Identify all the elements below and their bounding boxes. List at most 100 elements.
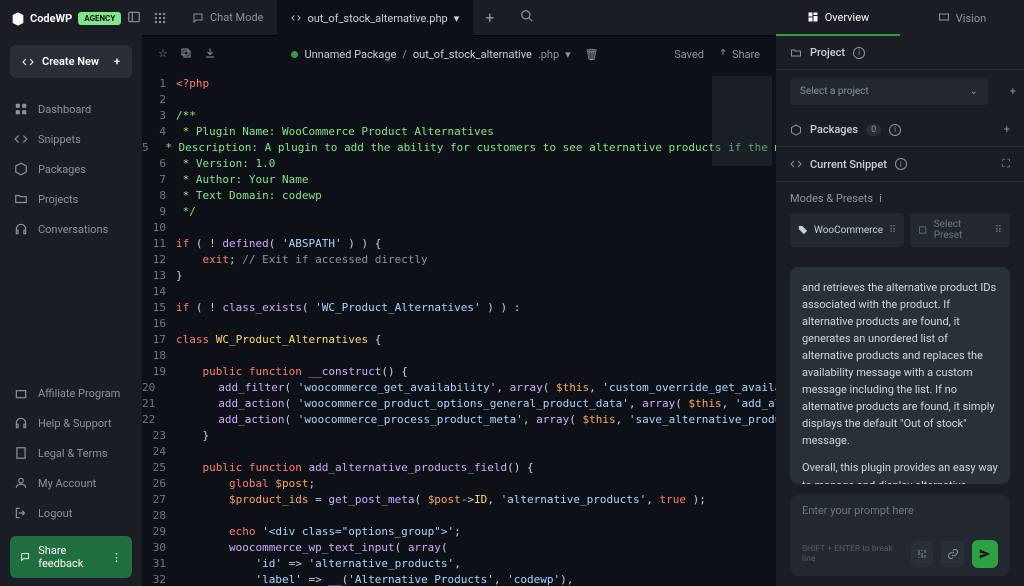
code-line[interactable]: 25 public function add_alternative_produ… [142, 460, 776, 476]
sidebar-item-label: My Account [38, 477, 96, 490]
code-line[interactable]: 3/** [142, 108, 776, 124]
code-line[interactable]: 31 'id' => 'alternative_products', [142, 556, 776, 572]
sidebar-item-snippets[interactable]: Snippets [0, 124, 142, 154]
sidebar-item-legal[interactable]: Legal & Terms [0, 438, 142, 468]
code-line[interactable]: 19 public function __construct() { [142, 364, 776, 380]
minimap[interactable] [712, 76, 772, 166]
sidebar-item-affiliate[interactable]: Affiliate Program [0, 378, 142, 408]
sidebar-item-packages[interactable]: Packages [0, 154, 142, 184]
apps-button[interactable] [142, 11, 178, 25]
code-line[interactable]: 1<?php [142, 76, 776, 92]
code-line[interactable]: 21 add_action( 'woocommerce_product_opti… [142, 396, 776, 412]
info-icon[interactable]: i [895, 158, 907, 170]
tab-overview[interactable]: Overview [776, 0, 900, 36]
status-dot-icon [291, 51, 298, 58]
chat-mode-label: Chat Mode [210, 11, 263, 24]
breadcrumb: Unnamed Package / out_of_stock_alternati… [291, 48, 598, 61]
code-line[interactable]: 2 [142, 92, 776, 108]
code-line[interactable]: 10 [142, 220, 776, 236]
sidebar-item-help[interactable]: Help & Support [0, 408, 142, 438]
package-name[interactable]: Unnamed Package [304, 48, 396, 61]
code-line[interactable]: 16 [142, 316, 776, 332]
filename: out_of_stock_alternative [413, 48, 532, 61]
code-line[interactable]: 20 add_filter( 'woocommerce_get_availabi… [142, 380, 776, 396]
code-line[interactable]: 14 [142, 284, 776, 300]
sidebar-item-logout[interactable]: Logout [0, 498, 142, 528]
code-editor[interactable]: 1<?php23/**4 * Plugin Name: WooCommerce … [142, 72, 776, 586]
code-line[interactable]: 18 [142, 348, 776, 364]
section-title: Project [810, 46, 845, 59]
sidebar-item-label: Snippets [38, 133, 81, 146]
code-line[interactable]: 24 [142, 444, 776, 460]
code-line[interactable]: 5 * Description: A plugin to add the abi… [142, 140, 776, 156]
file-tab[interactable]: out_of_stock_alternative.php ▾ [277, 0, 473, 36]
topbar: Chat Mode out_of_stock_alternative.php ▾… [142, 0, 776, 36]
code-line[interactable]: 27 $product_ids = get_post_meta( $post->… [142, 492, 776, 508]
sidebar-item-account[interactable]: My Account [0, 468, 142, 498]
chat-mode-button[interactable]: Chat Mode [178, 11, 277, 24]
user-icon [14, 476, 28, 490]
code-line[interactable]: 26 global $post; [142, 476, 776, 492]
code-line[interactable]: 13} [142, 268, 776, 284]
sidebar-bottom: Affiliate Program Help & Support Legal &… [0, 378, 142, 586]
sidebar-item-label: Packages [38, 163, 86, 176]
code-line[interactable]: 23 } [142, 428, 776, 444]
code-line[interactable]: 8 * Text Domain: codewp [142, 188, 776, 204]
info-icon[interactable]: i [879, 192, 882, 205]
add-tab-button[interactable]: + [473, 8, 506, 27]
code-line[interactable]: 9 */ [142, 204, 776, 220]
copy-icon[interactable] [180, 47, 192, 62]
search-button[interactable] [520, 8, 534, 27]
link-button[interactable] [941, 541, 964, 567]
info-icon[interactable]: i [853, 47, 865, 59]
settings-button[interactable] [911, 541, 934, 567]
send-button[interactable] [972, 540, 998, 568]
link-icon [947, 548, 959, 560]
logo[interactable]: CodeWP [10, 11, 72, 27]
code-line[interactable]: 15if ( ! class_exists( 'WC_Product_Alter… [142, 300, 776, 316]
tab-label: Vision [956, 12, 986, 25]
code-line[interactable]: 30 woocommerce_wp_text_input( array( [142, 540, 776, 556]
prompt-input[interactable]: Enter your prompt here [802, 504, 998, 528]
code-line[interactable]: 22 add_action( 'woocommerce_process_prod… [142, 412, 776, 428]
sidebar-item-projects[interactable]: Projects [0, 184, 142, 214]
code-line[interactable]: 4 * Plugin Name: WooCommerce Product Alt… [142, 124, 776, 140]
download-icon[interactable] [204, 47, 216, 62]
share-feedback-label: Share feedback [38, 544, 103, 570]
code-icon [14, 132, 28, 146]
code-line[interactable]: 7 * Author: Your Name [142, 172, 776, 188]
tag-icon [798, 225, 808, 235]
main: Chat Mode out_of_stock_alternative.php ▾… [142, 0, 776, 586]
assistant-message: and retrieves the alternative product ID… [790, 267, 1010, 484]
document-icon [14, 446, 28, 460]
code-line[interactable]: 17class WC_Product_Alternatives { [142, 332, 776, 348]
share-button[interactable]: Share [718, 48, 760, 61]
star-icon[interactable]: ☆ [158, 47, 168, 62]
chevron-down-icon[interactable]: ▾ [565, 48, 571, 61]
select-preset[interactable]: Select Preset ⠿ [910, 213, 1010, 247]
add-package-button[interactable]: + [1004, 123, 1010, 136]
code-line[interactable]: 12 exit; // Exit if accessed directly [142, 252, 776, 268]
code-line[interactable]: 11if ( ! defined( 'ABSPATH' ) ) { [142, 236, 776, 252]
sidebar-item-dashboard[interactable]: Dashboard [0, 94, 142, 124]
code-line[interactable]: 28 [142, 508, 776, 524]
panel-toggle-icon[interactable] [127, 10, 141, 27]
sidebar-header: CodeWP AGENCY [0, 0, 142, 37]
create-new-button[interactable]: Create New + [10, 45, 132, 78]
folder-icon [790, 47, 802, 59]
add-project-button[interactable]: + [1002, 77, 1024, 106]
share-feedback-button[interactable]: Share feedback ⋮ [10, 536, 132, 578]
sidebar-item-conversations[interactable]: Conversations [0, 214, 142, 244]
trash-icon[interactable]: 🗑 [585, 48, 599, 61]
modes-header: Modes & Presets i [776, 182, 1024, 205]
mode-label: WooCommerce [814, 225, 883, 236]
info-icon[interactable]: i [889, 124, 901, 136]
expand-icon[interactable]: ⛶ [1002, 157, 1010, 171]
code-line[interactable]: 29 echo '<div class="options_group">'; [142, 524, 776, 540]
tab-vision[interactable]: Vision [900, 0, 1024, 36]
mode-woocommerce[interactable]: WooCommerce ⠿ [790, 213, 904, 247]
logout-icon [14, 506, 28, 520]
code-line[interactable]: 6 * Version: 1.0 [142, 156, 776, 172]
select-project-dropdown[interactable]: Select a project ⌄ [790, 78, 988, 105]
code-line[interactable]: 32 'label' => __('Alternative Products',… [142, 572, 776, 586]
